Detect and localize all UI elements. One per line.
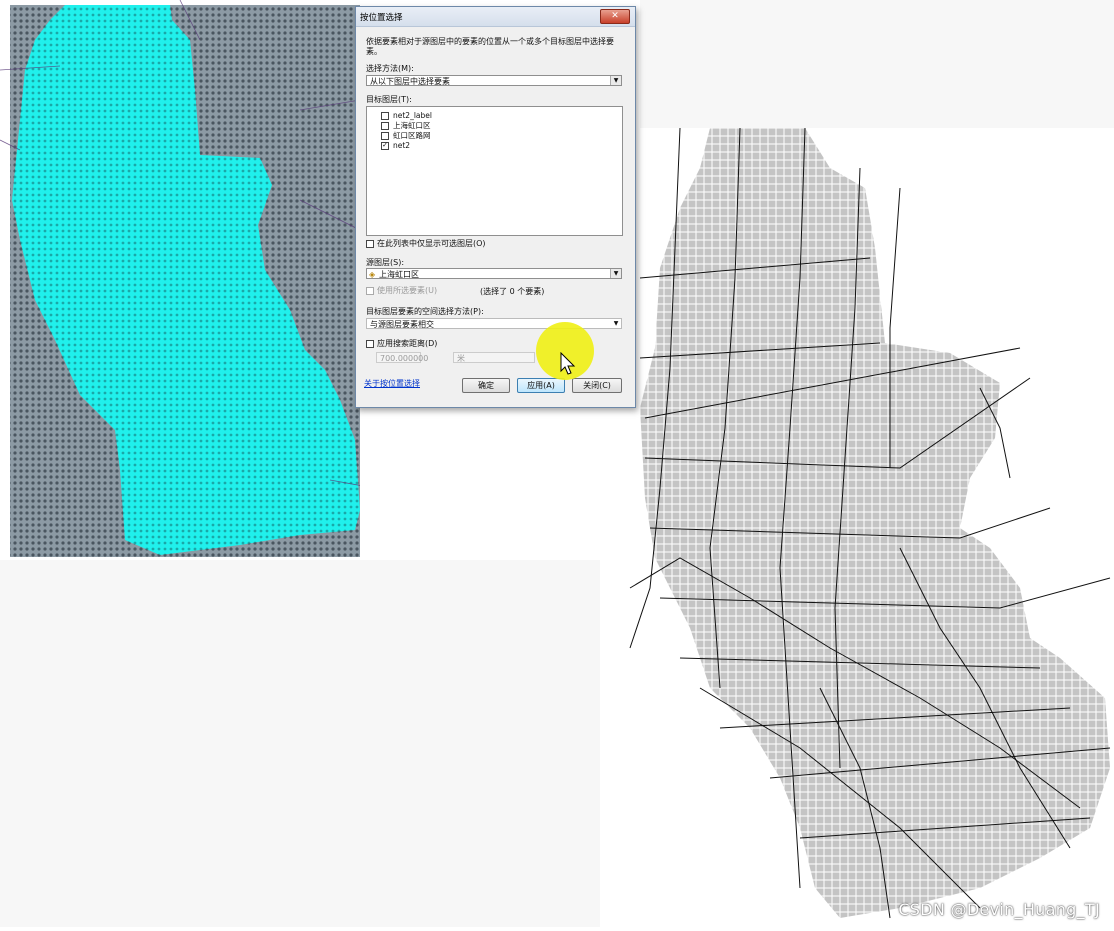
close-icon[interactable]: ✕ — [600, 9, 630, 24]
layer-name: 上海虹口区 — [393, 121, 431, 130]
target-label: 目标图层(T): — [366, 95, 412, 104]
checkbox[interactable] — [366, 339, 374, 348]
list-item[interactable]: net2_label — [381, 111, 432, 121]
only-selectable-option[interactable]: 在此列表中仅显示可选图层(O) — [366, 238, 486, 249]
source-value: 上海虹口区 — [379, 270, 419, 279]
target-layer-list[interactable]: net2_label 上海虹口区 虹口区路网 net2 — [366, 106, 623, 236]
right-map-canvas — [629, 127, 1111, 919]
right-map-view: CSDN @Devin_Huang_TJ — [600, 127, 1114, 927]
layer-name: 虹口区路网 — [393, 131, 431, 140]
checkbox[interactable] — [381, 122, 389, 130]
method-value: 从以下图层中选择要素 — [370, 77, 450, 86]
source-label: 源图层(S): — [366, 258, 405, 267]
right-top-area — [640, 0, 1114, 128]
apply-button[interactable]: 应用(A) — [517, 378, 565, 393]
chevron-down-icon[interactable]: ▼ — [611, 319, 621, 328]
checkbox[interactable] — [366, 286, 374, 295]
search-distance-label: 应用搜索距离(D) — [377, 339, 438, 348]
list-item[interactable]: net2 — [381, 141, 410, 151]
chevron-down-icon[interactable]: ▼ — [610, 269, 621, 278]
distance-unit-select[interactable]: 米 — [453, 352, 535, 363]
selected-count: (选择了 0 个要素) — [480, 287, 545, 296]
list-item[interactable]: 上海虹口区 — [381, 121, 431, 131]
only-selectable-label: 在此列表中仅显示可选图层(O) — [377, 239, 486, 248]
mouse-pointer-icon — [560, 352, 576, 375]
title-bar[interactable]: 按位置选择 ✕ — [356, 7, 635, 27]
source-select[interactable]: ◈ 上海虹口区 ▼ — [366, 268, 622, 279]
layer-name: net2_label — [393, 111, 432, 120]
watermark: CSDN @Devin_Huang_TJ — [898, 900, 1100, 919]
checkbox-checked[interactable] — [381, 142, 389, 150]
checkbox[interactable] — [381, 132, 389, 140]
ok-button[interactable]: 确定 — [462, 378, 510, 393]
search-distance-option[interactable]: 应用搜索距离(D) — [366, 338, 437, 349]
spatial-method-value: 与源图层要素相交 — [370, 320, 434, 329]
polygon-layer-icon: ◈ — [369, 270, 376, 279]
close-button[interactable]: 关闭(C) — [572, 378, 622, 393]
left-empty-area — [0, 560, 600, 927]
distance-input[interactable]: 700.000000 — [376, 352, 428, 363]
use-selected-option[interactable]: 使用所选要素(U) — [366, 285, 437, 296]
dialog-title: 按位置选择 — [360, 13, 403, 23]
description: 依据要素相对于源图层中的要素的位置从一个或多个目标图层中选择要素。 — [366, 37, 614, 56]
spatial-method-select[interactable]: 与源图层要素相交 ▼ — [366, 318, 622, 329]
left-map-canvas — [0, 0, 386, 557]
list-item[interactable]: 虹口区路网 — [381, 131, 431, 141]
layer-name: net2 — [393, 141, 411, 150]
chevron-down-icon[interactable]: ▼ — [610, 76, 621, 85]
checkbox[interactable] — [381, 112, 389, 120]
left-map-view — [0, 0, 386, 560]
method-label: 选择方法(M): — [366, 64, 414, 73]
use-selected-label: 使用所选要素(U) — [377, 286, 438, 295]
spatial-method-label: 目标图层要素的空间选择方法(P): — [366, 307, 484, 316]
help-link[interactable]: 关于按位置选择 — [364, 378, 420, 389]
method-select[interactable]: 从以下图层中选择要素 ▼ — [366, 75, 622, 86]
checkbox[interactable] — [366, 239, 374, 248]
